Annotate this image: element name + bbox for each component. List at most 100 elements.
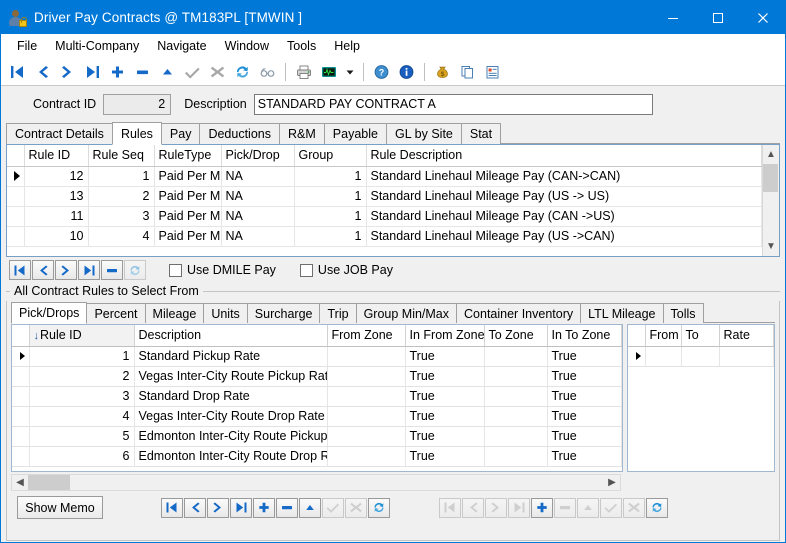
refresh-icon[interactable]: [230, 60, 255, 84]
table-row[interactable]: 3 Standard Drop Rate True True: [12, 386, 622, 406]
menu-item-multi-company[interactable]: Multi-Company: [46, 36, 148, 56]
add-record-icon[interactable]: [531, 498, 553, 518]
subtab-container-inventory[interactable]: Container Inventory: [456, 303, 581, 323]
column-header-pick-drop[interactable]: Pick/Drop: [221, 145, 294, 166]
tab-contract-details[interactable]: Contract Details: [6, 123, 113, 144]
glasses-icon[interactable]: [255, 60, 280, 84]
up-icon[interactable]: [155, 60, 180, 84]
column-header-to[interactable]: To: [681, 325, 719, 346]
next-record-icon[interactable]: [207, 498, 229, 518]
next-record-icon[interactable]: [55, 60, 80, 84]
maximize-button[interactable]: [695, 1, 740, 34]
menu-item-window[interactable]: Window: [216, 36, 278, 56]
last-record-icon[interactable]: [78, 260, 100, 280]
scroll-left-icon[interactable]: ◀: [12, 475, 28, 490]
up-icon[interactable]: [299, 498, 321, 518]
notes-icon[interactable]: [480, 60, 505, 84]
print-icon[interactable]: [291, 60, 316, 84]
row-selector[interactable]: [12, 366, 29, 386]
delete-record-icon[interactable]: [130, 60, 155, 84]
first-record-icon[interactable]: [439, 498, 461, 518]
horizontal-scrollbar[interactable]: ◀ ▶: [11, 474, 621, 491]
use-dmile-pay-checkbox-group[interactable]: Use DMILE Pay: [169, 263, 276, 277]
first-record-icon[interactable]: [161, 498, 183, 518]
scroll-down-icon[interactable]: ▼: [764, 239, 779, 254]
subtab-surcharge[interactable]: Surcharge: [247, 303, 321, 323]
row-selector[interactable]: [12, 386, 29, 406]
row-selector[interactable]: [12, 426, 29, 446]
column-header-from[interactable]: From: [645, 325, 681, 346]
minimize-button[interactable]: [650, 1, 695, 34]
table-row[interactable]: 10 4 Paid Per Mile NA 1 Standard Linehau…: [7, 226, 762, 246]
subtab-ltl-mileage[interactable]: LTL Mileage: [580, 303, 663, 323]
table-row[interactable]: 11 3 Paid Per Mile NA 1 Standard Linehau…: [7, 206, 762, 226]
subtab-percent[interactable]: Percent: [86, 303, 145, 323]
table-row[interactable]: 2 Vegas Inter-City Route Pickup Rate Tru…: [12, 366, 622, 386]
show-memo-button[interactable]: Show Memo: [17, 496, 103, 519]
accept-check-icon[interactable]: [322, 498, 344, 518]
last-record-icon[interactable]: [80, 60, 105, 84]
table-row[interactable]: 12 1 Paid Per Mile NA 1 Standard Linehau…: [7, 166, 762, 186]
menu-item-navigate[interactable]: Navigate: [148, 36, 215, 56]
column-header-in-to-zone[interactable]: In To Zone: [547, 325, 622, 346]
column-header-description[interactable]: Description: [134, 325, 327, 346]
column-header-rule-seq[interactable]: Rule Seq: [88, 145, 154, 166]
tab-stat[interactable]: Stat: [461, 123, 501, 144]
dropdown-arrow-icon[interactable]: [341, 60, 358, 84]
column-header-rule-description[interactable]: Rule Description: [366, 145, 762, 166]
row-selector[interactable]: [12, 446, 29, 466]
column-header-rate[interactable]: Rate: [719, 325, 774, 346]
previous-record-icon[interactable]: [184, 498, 206, 518]
delete-record-icon[interactable]: [554, 498, 576, 518]
row-selector[interactable]: [628, 346, 645, 366]
cancel-x-icon[interactable]: [345, 498, 367, 518]
subtab-group-min-max[interactable]: Group Min/Max: [356, 303, 457, 323]
row-selector[interactable]: [7, 186, 24, 206]
delete-record-icon[interactable]: [276, 498, 298, 518]
copy-icon[interactable]: [455, 60, 480, 84]
contract-id-input[interactable]: 2: [103, 94, 171, 115]
row-selector[interactable]: [7, 206, 24, 226]
table-row[interactable]: 6 Edmonton Inter-City Route Drop Rate Tr…: [12, 446, 622, 466]
tab-rm[interactable]: R&M: [279, 123, 325, 144]
subtab-units[interactable]: Units: [203, 303, 247, 323]
subtab-trip[interactable]: Trip: [319, 303, 356, 323]
subtab-tolls[interactable]: Tolls: [663, 303, 704, 323]
row-selector[interactable]: [12, 406, 29, 426]
refresh-icon[interactable]: [646, 498, 668, 518]
table-row[interactable]: 13 2 Paid Per Mile NA 1 Standard Linehau…: [7, 186, 762, 206]
table-row[interactable]: 4 Vegas Inter-City Route Drop Rate True …: [12, 406, 622, 426]
cancel-x-icon[interactable]: [205, 60, 230, 84]
refresh-icon[interactable]: [124, 260, 146, 280]
column-header-in-from-zone[interactable]: In From Zone: [405, 325, 484, 346]
help-question-icon[interactable]: ?: [369, 60, 394, 84]
add-record-icon[interactable]: [253, 498, 275, 518]
subtab-mileage[interactable]: Mileage: [145, 303, 205, 323]
column-header-rule-id[interactable]: ↓Rule ID: [29, 325, 134, 346]
add-record-icon[interactable]: [105, 60, 130, 84]
tab-pay[interactable]: Pay: [161, 123, 201, 144]
refresh-icon[interactable]: [368, 498, 390, 518]
hscrollbar-thumb[interactable]: [28, 475, 70, 490]
column-header-to-zone[interactable]: To Zone: [484, 325, 547, 346]
first-record-icon[interactable]: [9, 260, 31, 280]
next-record-icon[interactable]: [55, 260, 77, 280]
menu-item-tools[interactable]: Tools: [278, 36, 325, 56]
use-job-pay-checkbox[interactable]: [300, 264, 313, 277]
last-record-icon[interactable]: [508, 498, 530, 518]
table-row[interactable]: [628, 346, 774, 366]
first-record-icon[interactable]: [5, 60, 30, 84]
column-header-rule-id[interactable]: Rule ID: [24, 145, 88, 166]
previous-record-icon[interactable]: [462, 498, 484, 518]
scroll-up-icon[interactable]: ▲: [764, 147, 779, 162]
column-header-from-zone[interactable]: From Zone: [327, 325, 405, 346]
column-header-rule-type[interactable]: RuleType: [154, 145, 221, 166]
row-selector[interactable]: [7, 166, 24, 186]
tab-deductions[interactable]: Deductions: [199, 123, 280, 144]
up-icon[interactable]: [577, 498, 599, 518]
previous-record-icon[interactable]: [32, 260, 54, 280]
monitor-icon[interactable]: [316, 60, 341, 84]
tab-payable[interactable]: Payable: [324, 123, 387, 144]
column-header-group[interactable]: Group: [294, 145, 366, 166]
description-input[interactable]: STANDARD PAY CONTRACT A: [254, 94, 653, 115]
